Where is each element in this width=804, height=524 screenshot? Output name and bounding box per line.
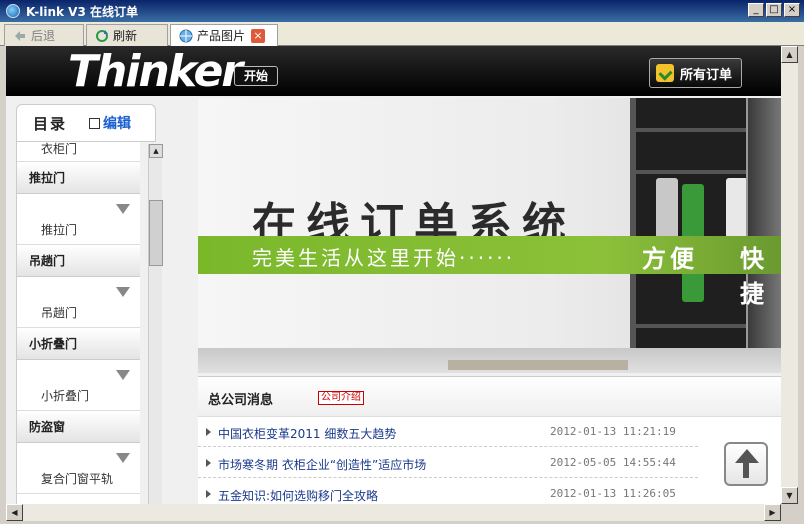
- list-item-label: 复合门窗平轨: [41, 472, 114, 486]
- news-date: 2012-01-13 11:21:19: [550, 425, 676, 438]
- edit-label[interactable]: 编辑: [103, 113, 131, 133]
- scroll-left-icon[interactable]: ◀: [6, 504, 23, 521]
- scroll-corner: [781, 504, 798, 521]
- news-link[interactable]: 市场寒冬期 衣柜企业“创造性”适应市场: [218, 456, 426, 473]
- sidebar-scroll-thumb[interactable]: [149, 200, 163, 266]
- minimize-button[interactable]: _: [748, 3, 764, 17]
- page-horizontal-scrollbar[interactable]: ◀ ▶: [6, 504, 781, 521]
- bullet-arrow-icon: [206, 490, 211, 498]
- orders-icon: [656, 64, 674, 82]
- catalog-title: 目录: [33, 114, 68, 133]
- refresh-icon: [95, 29, 109, 43]
- category-header[interactable]: 吊趟门: [17, 245, 140, 277]
- news-row[interactable]: 五金知识:如何选购移门全攻略 2012-01-13 11:26:05: [198, 479, 698, 504]
- clothing-image: [726, 178, 748, 238]
- news-title: 总公司消息: [208, 393, 274, 408]
- category-header[interactable]: 推拉门: [17, 162, 140, 194]
- banner-slogan: 完美生活从这里开始······: [252, 246, 516, 270]
- tab-product-images[interactable]: 产品图片 ×: [170, 24, 278, 46]
- all-orders-button[interactable]: 所有订单: [649, 58, 742, 88]
- app-globe-icon: [6, 4, 20, 18]
- list-item[interactable]: 复合门窗平轨: [17, 443, 140, 494]
- banner-word-convenient: 方便: [642, 245, 698, 273]
- list-item-label: 小折叠门: [41, 389, 90, 403]
- banner-word-fast: 快捷: [740, 245, 768, 308]
- expand-arrow-icon[interactable]: [116, 453, 130, 463]
- back-label: 后退: [31, 29, 56, 43]
- back-to-top-button[interactable]: [724, 442, 768, 486]
- scroll-up-arrow-icon[interactable]: ▲: [149, 144, 163, 158]
- back-arrow-icon: [13, 29, 27, 43]
- web-page: Thinker 开始 所有订单 目录 编辑 衣柜门 推拉门 推拉门 吊趟门 吊趟: [6, 46, 781, 504]
- list-item[interactable]: 衣柜门: [17, 142, 140, 162]
- all-orders-label: 所有订单: [680, 67, 733, 83]
- wardrobe-shelf: [636, 324, 746, 328]
- list-item-label: 衣柜门: [41, 142, 78, 156]
- window-title: K-link V3 在线订单: [26, 4, 138, 19]
- wardrobe-shelf: [636, 128, 746, 132]
- news-link[interactable]: 中国衣柜变革2011 细数五大趋势: [218, 425, 396, 442]
- catalog-list: 衣柜门 推拉门 推拉门 吊趟门 吊趟门 小折叠门 小折叠门 防盗窗 复合门窗平轨: [16, 142, 140, 504]
- globe-icon: [179, 29, 193, 43]
- refresh-label: 刷新: [113, 29, 138, 43]
- list-item[interactable]: 吊趟门: [17, 277, 140, 328]
- news-link[interactable]: 五金知识:如何选购移门全攻略: [218, 487, 378, 504]
- wardrobe-door: [746, 98, 781, 348]
- promo-banner: 在线订单系统 完美生活从这里开始······ 方便 快捷: [198, 98, 781, 373]
- sidebar-scrollbar[interactable]: ▲: [148, 144, 163, 504]
- bullet-arrow-icon: [206, 459, 211, 467]
- news-header: 总公司消息 公司介绍: [198, 377, 781, 417]
- bullet-arrow-icon: [206, 428, 211, 436]
- list-item[interactable]: 推拉门: [17, 194, 140, 245]
- tab-bar: 后退 刷新 产品图片 ×: [0, 22, 804, 46]
- catalog-sidebar: 目录 编辑 衣柜门 推拉门 推拉门 吊趟门 吊趟门 小折叠门 小折叠门 防盗窗 …: [14, 104, 163, 504]
- close-tab-icon[interactable]: ×: [251, 28, 266, 43]
- news-row[interactable]: 中国衣柜变革2011 细数五大趋势 2012-01-13 11:21:19: [198, 417, 698, 447]
- scroll-up-icon[interactable]: ▲: [781, 46, 798, 63]
- scroll-right-icon[interactable]: ▶: [764, 504, 781, 521]
- tab-label: 产品图片: [197, 29, 246, 43]
- page-vertical-scrollbar[interactable]: ▲ ▼: [781, 46, 798, 504]
- refresh-button[interactable]: 刷新: [86, 24, 168, 46]
- news-date: 2012-05-05 14:55:44: [550, 456, 676, 469]
- site-header: Thinker 开始 所有订单: [6, 46, 781, 96]
- company-intro-link[interactable]: 公司介绍: [318, 391, 364, 405]
- scroll-down-icon[interactable]: ▼: [781, 487, 798, 504]
- window-controls: _ □ ×: [748, 3, 800, 17]
- list-item[interactable]: 小折叠门: [17, 360, 140, 411]
- close-window-button[interactable]: ×: [784, 3, 800, 17]
- news-date: 2012-01-13 11:26:05: [550, 487, 676, 500]
- start-button[interactable]: 开始: [234, 66, 278, 86]
- expand-arrow-icon[interactable]: [116, 204, 130, 214]
- expand-arrow-icon[interactable]: [116, 370, 130, 380]
- window-titlebar: K-link V3 在线订单 _ □ ×: [0, 0, 804, 22]
- category-header[interactable]: 小折叠门: [17, 328, 140, 360]
- banner-step: [448, 360, 628, 370]
- edit-checkbox[interactable]: [89, 117, 101, 129]
- list-item-label: 推拉门: [41, 223, 78, 237]
- company-news: 总公司消息 公司介绍 中国衣柜变革2011 细数五大趋势 2012-01-13 …: [198, 376, 781, 504]
- expand-arrow-icon[interactable]: [116, 287, 130, 297]
- category-header[interactable]: 防盗窗: [17, 411, 140, 443]
- catalog-header: 目录 编辑: [16, 104, 156, 142]
- maximize-button[interactable]: □: [766, 3, 782, 17]
- back-button[interactable]: 后退: [4, 24, 84, 46]
- news-row[interactable]: 市场寒冬期 衣柜企业“创造性”适应市场 2012-05-05 14:55:44: [198, 448, 698, 478]
- wardrobe-shelf: [636, 170, 746, 174]
- list-item-label: 吊趟门: [41, 306, 78, 320]
- thinker-logo: Thinker: [68, 46, 243, 97]
